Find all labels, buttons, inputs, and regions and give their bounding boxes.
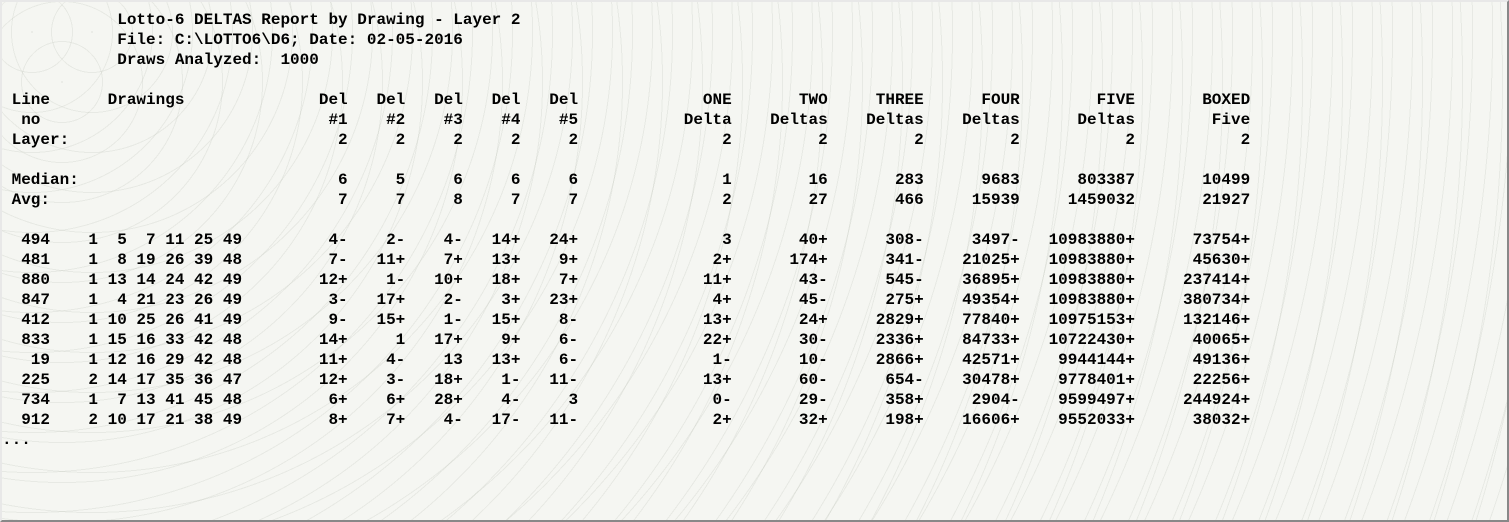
report-panel: Lotto-6 DELTAS Report by Drawing - Layer…	[0, 0, 1509, 522]
